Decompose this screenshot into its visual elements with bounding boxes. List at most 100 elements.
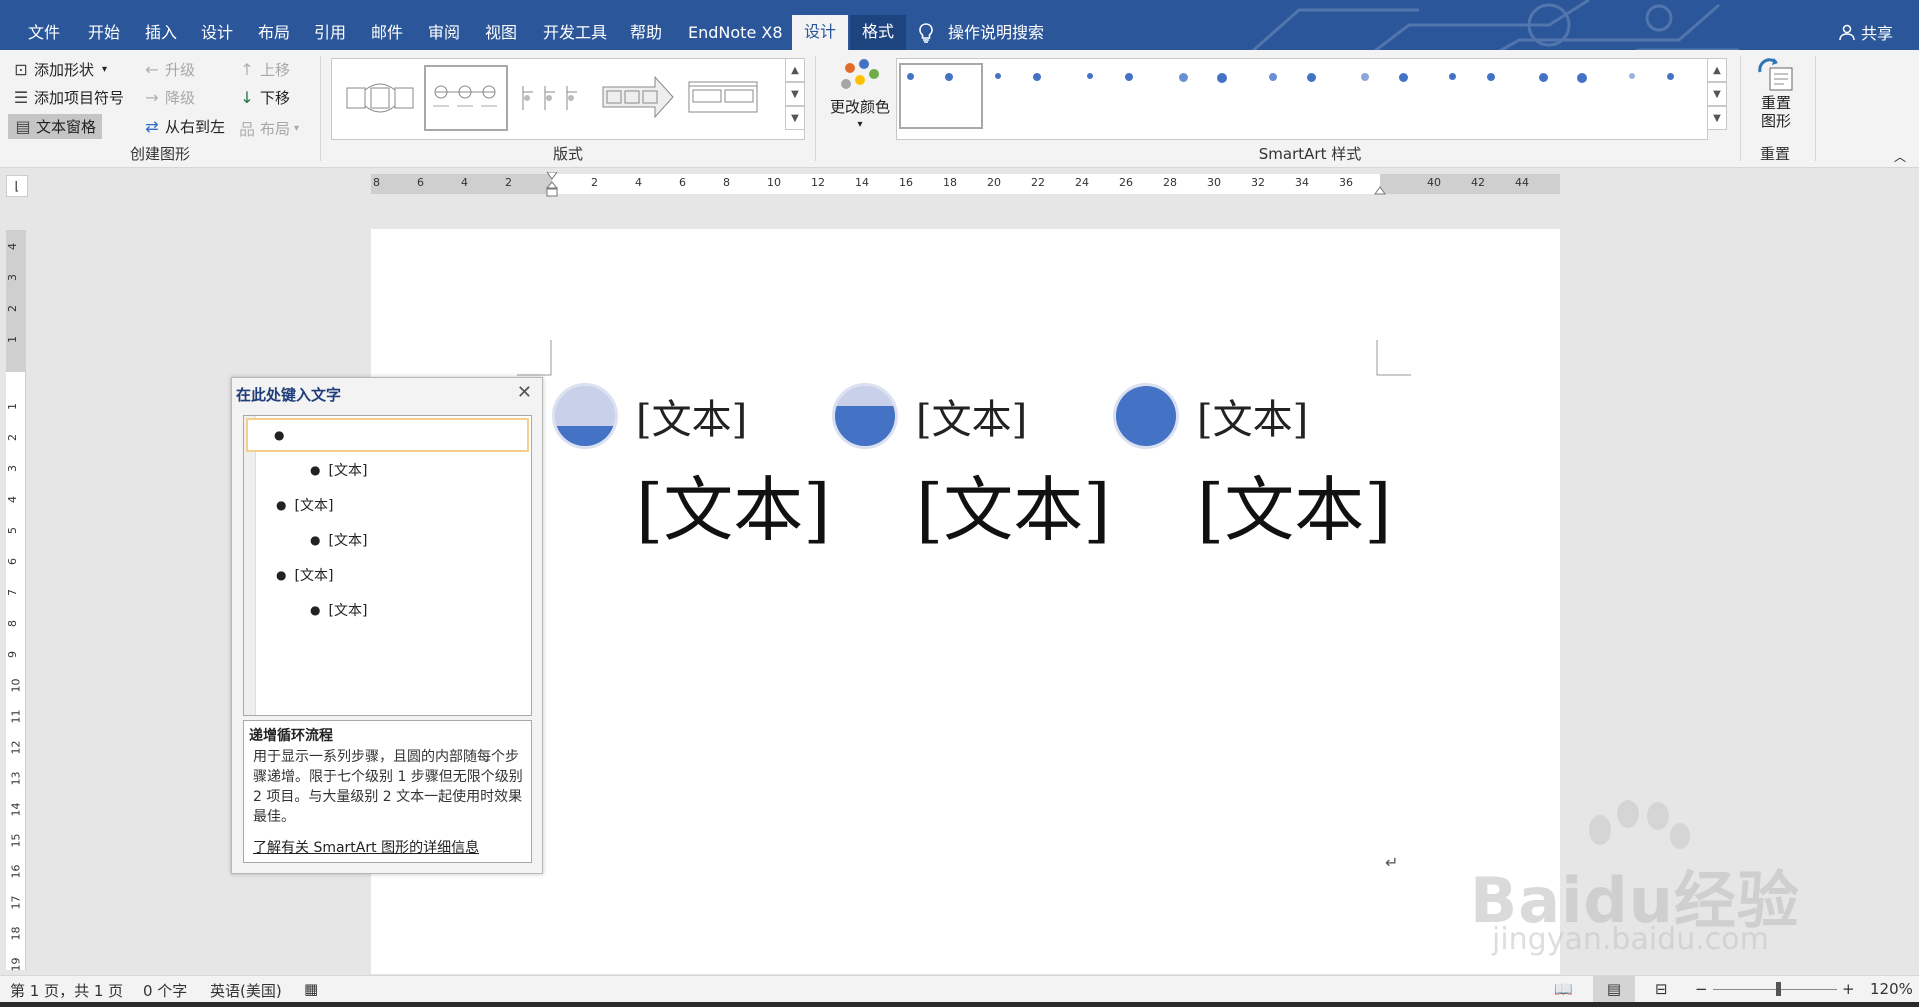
zoom-in-icon[interactable]: + <box>1842 980 1855 998</box>
zoom-slider[interactable] <box>1713 989 1837 990</box>
list-item[interactable]: ● [文本] <box>276 565 333 585</box>
step-detail[interactable]: [文本] <box>916 454 1111 555</box>
list-item[interactable]: ● [文本] <box>310 460 367 480</box>
style-option-4[interactable] <box>1167 63 1251 129</box>
add-bullet-button[interactable]: ☰ 添加项目符号 <box>12 87 124 108</box>
style-option-5[interactable] <box>1257 63 1341 129</box>
move-down-button[interactable]: ↓ 下移 <box>238 87 290 108</box>
tab-mailings[interactable]: 邮件 <box>363 18 411 47</box>
style-option-9[interactable] <box>1617 63 1701 129</box>
ruler-tick-label: 4 <box>6 496 19 503</box>
tab-layout[interactable]: 布局 <box>250 18 298 47</box>
layout-description-text: 用于显示一系列步骤，且圆的内部随每个步骤递增。限于七个级别 1 步骤但无限个级别… <box>253 749 523 825</box>
style-option-2[interactable] <box>987 63 1071 129</box>
ruler-tick-label: 20 <box>987 176 1001 189</box>
list-item[interactable]: ● [文本] <box>310 530 367 550</box>
step-circle[interactable] <box>552 383 618 449</box>
style-option-6[interactable] <box>1347 63 1431 129</box>
zoom-slider-thumb[interactable] <box>1776 982 1781 996</box>
style-option-3[interactable] <box>1077 63 1161 129</box>
add-shape-button[interactable]: ⊡ 添加形状 ▾ <box>12 59 107 80</box>
list-item-text[interactable]: [文本] <box>328 460 367 480</box>
share-button[interactable]: 共享 <box>1839 20 1893 44</box>
gallery-expand-icon[interactable]: ▼ <box>1707 106 1727 130</box>
ruler-tick-label: 3 <box>6 274 19 281</box>
tab-stop-selector[interactable]: ⌊ <box>6 175 28 197</box>
indent-marker-icon[interactable] <box>544 172 560 202</box>
group-divider <box>815 56 816 161</box>
tab-file[interactable]: 文件 <box>20 18 68 47</box>
tab-insert[interactable]: 插入 <box>137 18 185 47</box>
tab-help[interactable]: 帮助 <box>622 18 670 47</box>
scroll-down-icon[interactable]: ▼ <box>785 82 805 106</box>
list-item[interactable]: ● <box>246 418 529 452</box>
list-item-text[interactable]: [文本] <box>328 600 367 620</box>
list-item-text[interactable]: [文本] <box>294 565 333 585</box>
tell-me-search[interactable]: 操作说明搜索 <box>918 18 1044 47</box>
move-up-button[interactable]: ↑ 上移 <box>238 59 290 80</box>
style-option-1[interactable] <box>899 63 983 129</box>
right-indent-marker-icon[interactable] <box>1373 184 1387 196</box>
reset-graphic-button[interactable]: 重置 图形 <box>1756 58 1796 130</box>
scroll-up-icon[interactable]: ▲ <box>1707 58 1727 82</box>
tab-review[interactable]: 审阅 <box>420 18 468 47</box>
zoom-level[interactable]: 120% <box>1870 980 1913 998</box>
print-layout-icon[interactable]: ▤ <box>1593 976 1635 1003</box>
ruler-tick-label: 12 <box>811 176 825 189</box>
style-option-7[interactable] <box>1437 63 1521 129</box>
scroll-down-icon[interactable]: ▼ <box>1707 82 1727 106</box>
layouts-group-label: 版式 <box>552 145 583 163</box>
learn-more-link[interactable]: 了解有关 SmartArt 图形的详细信息 <box>253 837 479 857</box>
style-dot <box>1539 73 1548 82</box>
step-title[interactable]: [文本] <box>636 387 747 445</box>
list-item-text[interactable]: [文本] <box>294 495 333 515</box>
style-dot <box>1307 73 1316 82</box>
step-title[interactable]: [文本] <box>1197 387 1308 445</box>
step-title[interactable]: [文本] <box>916 387 1027 445</box>
list-item[interactable]: ● [文本] <box>310 600 367 620</box>
web-layout-icon[interactable]: ⊟ <box>1655 980 1668 998</box>
macro-record-icon[interactable]: ▦ <box>304 980 318 998</box>
step-circle[interactable] <box>832 383 898 449</box>
close-icon[interactable]: ✕ <box>517 382 532 403</box>
demote-button[interactable]: → 降级 <box>143 87 195 108</box>
word-count[interactable]: 0 个字 <box>143 980 187 1001</box>
layout-option-2[interactable] <box>424 65 508 131</box>
layout-option-5[interactable] <box>682 65 766 131</box>
layout-option-4[interactable] <box>596 65 680 131</box>
tab-home[interactable]: 开始 <box>80 18 128 47</box>
document-page[interactable]: [文本] [文本] [文本] [文本] [文本] [文本] ↵ <box>371 229 1560 974</box>
tab-design[interactable]: 设计 <box>193 18 241 47</box>
step-detail[interactable]: [文本] <box>1197 454 1392 555</box>
layout-option-1[interactable] <box>338 65 422 131</box>
collapse-ribbon-button[interactable]: ︿ <box>1894 148 1906 165</box>
text-pane-button[interactable]: ▤ 文本窗格 <box>8 114 103 139</box>
list-item[interactable]: ● [文本] <box>276 495 333 515</box>
scroll-up-icon[interactable]: ▲ <box>785 58 805 82</box>
step-detail[interactable]: [文本] <box>636 454 831 555</box>
promote-button[interactable]: ← 升级 <box>143 59 195 80</box>
arrow-down-icon: ↓ <box>240 88 254 107</box>
zoom-out-icon[interactable]: − <box>1695 980 1708 998</box>
style-option-8[interactable] <box>1527 63 1611 129</box>
change-colors-button[interactable]: 更改颜色 ▾ <box>830 58 890 130</box>
ruler-tick-label: 14 <box>9 802 23 817</box>
tab-references[interactable]: 引用 <box>306 18 354 47</box>
layout-button[interactable]: 品 布局 ▾ <box>238 116 299 140</box>
style-dot <box>1217 73 1227 83</box>
tab-view[interactable]: 视图 <box>477 18 525 47</box>
page-count[interactable]: 第 1 页，共 1 页 <box>10 980 123 1001</box>
tab-developer[interactable]: 开发工具 <box>535 18 615 47</box>
step-circle[interactable] <box>1113 383 1179 449</box>
text-pane-list[interactable]: ● ● [文本] ● [文本] ● [文本] ● [文本] ● [文本] <box>243 415 532 716</box>
list-item-text[interactable]: [文本] <box>328 530 367 550</box>
gallery-expand-icon[interactable]: ▼ <box>785 106 805 130</box>
group-divider <box>1815 56 1816 161</box>
ruler-tick-label: 30 <box>1207 176 1221 189</box>
add-shape-icon: ⊡ <box>14 60 28 79</box>
layout-option-3[interactable] <box>510 65 594 131</box>
language-indicator[interactable]: 英语(美国) <box>210 980 282 1001</box>
read-mode-icon[interactable]: 📖 <box>1554 980 1573 998</box>
right-to-left-button[interactable]: ⇄ 从右到左 <box>143 116 225 137</box>
tab-endnote[interactable]: EndNote X8 <box>680 18 791 47</box>
